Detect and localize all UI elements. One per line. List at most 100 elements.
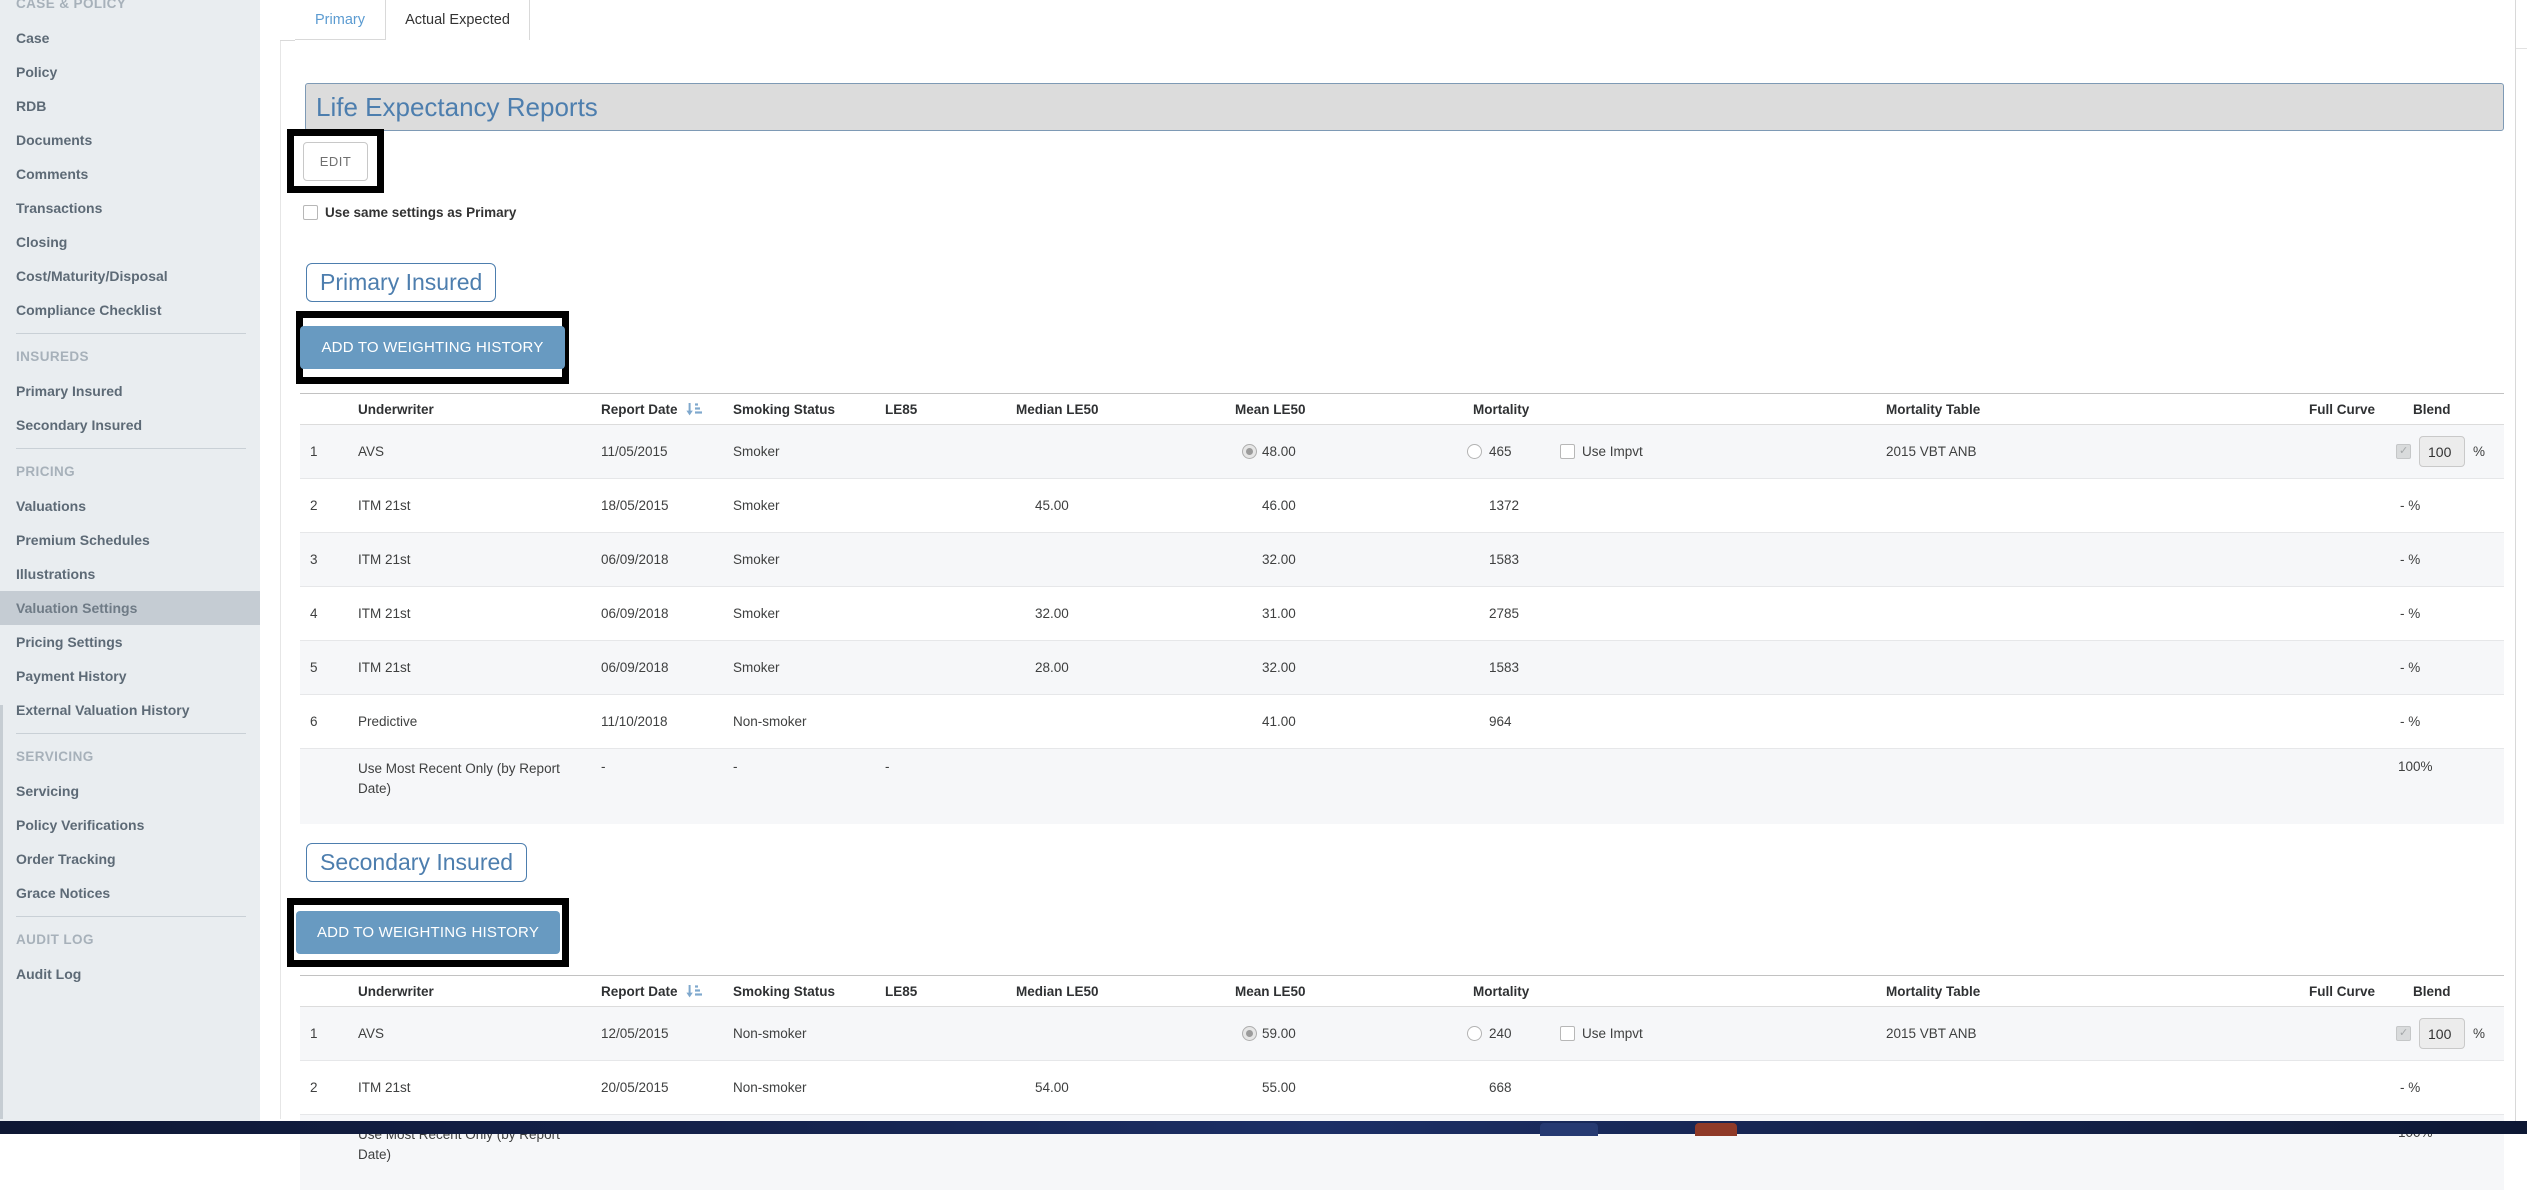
sidebar-item-audit-log[interactable]: Audit Log xyxy=(16,957,260,991)
cell-row-number: 6 xyxy=(300,695,355,749)
cell-smoking-status: - xyxy=(730,749,885,825)
cell-blend: - % xyxy=(2390,479,2504,533)
cell-row-number xyxy=(300,749,355,825)
cell-mean-le50: 31.00 xyxy=(1233,587,1465,641)
blend-checkbox[interactable] xyxy=(2396,1026,2411,1041)
col-le85: LE85 xyxy=(885,394,1010,425)
sidebar-item-compliance-checklist[interactable]: Compliance Checklist xyxy=(16,293,260,327)
radio-spacer xyxy=(1467,721,1482,722)
table-row: 6Predictive11/10/2018Non-smoker41.00964-… xyxy=(300,695,2504,749)
taskbar-icon-red[interactable] xyxy=(1695,1123,1737,1136)
cell-mean-le50 xyxy=(1233,749,1465,825)
cell-mean-le50: 46.00 xyxy=(1233,479,1465,533)
mortality-value: 1372 xyxy=(1489,498,1519,513)
sidebar-item-illustrations[interactable]: Illustrations xyxy=(16,557,260,591)
sidebar-item-servicing[interactable]: Servicing xyxy=(16,774,260,808)
use-impvt-checkbox[interactable] xyxy=(1560,444,1575,459)
sidebar-item-payment-history[interactable]: Payment History xyxy=(16,659,260,693)
sidebar-section-header-insureds: INSUREDS xyxy=(16,340,260,374)
sidebar-item-comments[interactable]: Comments xyxy=(16,157,260,191)
mortality-radio[interactable] xyxy=(1467,444,1482,459)
blend-checkbox[interactable] xyxy=(2396,444,2411,459)
cell-mortality-table xyxy=(1885,533,2305,587)
blend-value: - % xyxy=(2390,606,2420,621)
sidebar-item-valuation-settings[interactable]: Valuation Settings xyxy=(0,591,260,625)
col-report-date[interactable]: Report Date xyxy=(600,394,730,425)
mortality-value: 465 xyxy=(1489,444,1512,459)
mortality-value: 1583 xyxy=(1489,552,1519,567)
cell-full-curve xyxy=(2305,749,2390,825)
mortality-value: 2785 xyxy=(1489,606,1519,621)
cell-mean-le50: 41.00 xyxy=(1233,695,1465,749)
blend-percent-input[interactable] xyxy=(2419,436,2465,467)
cell-median-le50 xyxy=(1010,1007,1233,1061)
sidebar-item-secondary-insured[interactable]: Secondary Insured xyxy=(16,408,260,442)
cell-mortality: 964 xyxy=(1465,695,1885,749)
table-header: Underwriter Report Date Smoking Status L… xyxy=(300,394,2504,425)
cell-mortality: 1372 xyxy=(1465,479,1885,533)
blend-value: - % xyxy=(2390,714,2420,729)
cell-mortality-table xyxy=(1885,749,2305,825)
sidebar-item-grace-notices[interactable]: Grace Notices xyxy=(16,876,260,910)
cell-row-number: 4 xyxy=(300,587,355,641)
radio-spacer xyxy=(1467,613,1482,614)
sidebar-item-policy[interactable]: Policy xyxy=(16,55,260,89)
mean-le50-radio[interactable] xyxy=(1242,444,1257,459)
sidebar-section-header-audit-log: AUDIT LOG xyxy=(16,923,260,957)
sidebar-item-valuations[interactable]: Valuations xyxy=(16,489,260,523)
sidebar-item-pricing-settings[interactable]: Pricing Settings xyxy=(16,625,260,659)
blend-percent-input[interactable] xyxy=(2419,1018,2465,1049)
tab-primary[interactable]: Primary xyxy=(295,0,385,40)
mean-le50-value: 59.00 xyxy=(1262,1026,1296,1041)
cell-mortality: 1583 xyxy=(1465,641,1885,695)
cell-full-curve xyxy=(2305,587,2390,641)
radio-spacer xyxy=(1467,505,1482,506)
sidebar-item-premium-schedules[interactable]: Premium Schedules xyxy=(16,523,260,557)
sidebar-item-transactions[interactable]: Transactions xyxy=(16,191,260,225)
primary-insured-badge: Primary Insured xyxy=(306,263,496,302)
sidebar-item-cost-maturity-disposal[interactable]: Cost/Maturity/Disposal xyxy=(16,259,260,293)
cell-report-date: 06/09/2018 xyxy=(600,533,730,587)
use-impvt-checkbox[interactable] xyxy=(1560,1026,1575,1041)
col-le85: LE85 xyxy=(885,976,1010,1007)
secondary-add-to-weighting-history-button[interactable]: ADD TO WEIGHTING HISTORY xyxy=(296,911,560,954)
cell-full-curve xyxy=(2305,425,2390,479)
tab-actual-expected[interactable]: Actual Expected xyxy=(385,0,530,40)
secondary-insured-badge: Secondary Insured xyxy=(306,843,527,882)
radio-spacer xyxy=(1242,613,1257,614)
edit-button[interactable]: EDIT xyxy=(303,142,369,181)
sidebar-item-policy-verifications[interactable]: Policy Verifications xyxy=(16,808,260,842)
blend-value: 100% xyxy=(2390,759,2433,774)
sidebar-item-documents[interactable]: Documents xyxy=(16,123,260,157)
cell-full-curve xyxy=(2305,1007,2390,1061)
cell-median-le50: 54.00 xyxy=(1010,1061,1233,1115)
primary-add-annotation-box: ADD TO WEIGHTING HISTORY xyxy=(296,311,569,384)
use-same-settings-checkbox[interactable] xyxy=(303,205,318,220)
sidebar-item-external-valuation-history[interactable]: External Valuation History xyxy=(16,693,260,727)
blend-value: - % xyxy=(2390,1080,2420,1095)
col-report-date[interactable]: Report Date xyxy=(600,976,730,1007)
table-row: 1AVS11/05/2015Smoker48.00465Use Impvt201… xyxy=(300,425,2504,479)
sidebar-item-rdb[interactable]: RDB xyxy=(16,89,260,123)
primary-add-to-weighting-history-button[interactable]: ADD TO WEIGHTING HISTORY xyxy=(300,326,564,369)
taskbar-icon-blue[interactable] xyxy=(1540,1123,1598,1136)
sidebar-item-primary-insured[interactable]: Primary Insured xyxy=(16,374,260,408)
sidebar-item-order-tracking[interactable]: Order Tracking xyxy=(16,842,260,876)
use-impvt-label: Use Impvt xyxy=(1582,1026,1643,1041)
cell-row-number: 1 xyxy=(300,1007,355,1061)
col-full-curve: Full Curve xyxy=(2305,976,2390,1007)
sidebar-scrollbar-thumb[interactable] xyxy=(0,705,3,1119)
page-scrollbar[interactable] xyxy=(2515,0,2516,1122)
col-smoking-status: Smoking Status xyxy=(730,394,885,425)
cell-blend: - % xyxy=(2390,533,2504,587)
mortality-radio[interactable] xyxy=(1467,1026,1482,1041)
cell-smoking-status: Non-smoker xyxy=(730,695,885,749)
panel-left-border xyxy=(280,40,281,1119)
sidebar-item-closing[interactable]: Closing xyxy=(16,225,260,259)
sidebar-item-case[interactable]: Case xyxy=(16,21,260,55)
cell-le85: - xyxy=(885,749,1010,825)
cell-smoking-status: Smoker xyxy=(730,641,885,695)
cell-median-le50: 45.00 xyxy=(1010,479,1233,533)
cell-underwriter: AVS xyxy=(355,1007,600,1061)
mean-le50-radio[interactable] xyxy=(1242,1026,1257,1041)
